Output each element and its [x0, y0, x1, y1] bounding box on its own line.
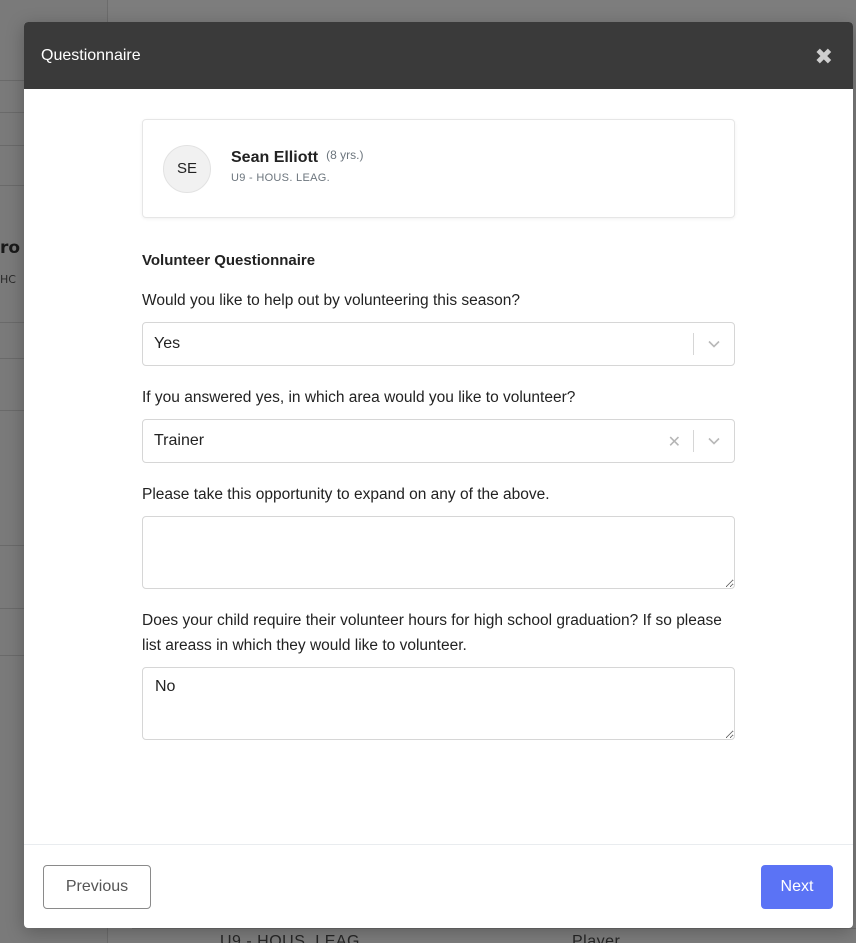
modal-header: Questionnaire ✖ — [24, 22, 853, 89]
modal-title: Questionnaire — [41, 46, 141, 64]
modal-footer: Previous Next — [24, 844, 853, 928]
background-divider — [0, 410, 24, 411]
volunteer-area-select[interactable]: Trainer ✕ — [142, 419, 735, 463]
clear-icon[interactable]: ✕ — [668, 432, 681, 451]
previous-button[interactable]: Previous — [43, 864, 151, 909]
background-divider — [0, 112, 24, 113]
player-info: Sean Elliott (8 yrs.) U9 - HOUS. LEAG. — [231, 148, 364, 184]
volunteer-area-select-value: Trainer — [154, 432, 205, 449]
background-divider — [0, 185, 24, 186]
question-area-label: If you answered yes, in which area would… — [142, 389, 576, 406]
chevron-down-icon[interactable] — [694, 420, 734, 462]
background-divider — [0, 545, 24, 546]
modal-body: SE Sean Elliott (8 yrs.) U9 - HOUS. LEAG… — [24, 89, 853, 844]
next-button[interactable]: Next — [761, 864, 833, 909]
background-divider — [0, 322, 24, 323]
background-divider — [0, 358, 24, 359]
background-divider — [0, 655, 24, 656]
background-stub-text: HC — [0, 273, 16, 286]
background-divider — [0, 80, 24, 81]
background-row-role: Player — [572, 933, 621, 943]
expand-textarea[interactable] — [142, 516, 735, 589]
question-hours-label: Does your child require their volunteer … — [142, 612, 722, 654]
questionnaire-modal: Questionnaire ✖ SE Sean Elliott (8 yrs.)… — [24, 22, 853, 928]
player-name: Sean Elliott — [231, 149, 319, 166]
close-icon[interactable]: ✖ — [815, 46, 833, 69]
volunteer-select-value: Yes — [154, 335, 181, 352]
background-stub-text: ro — [0, 238, 21, 258]
question-expand-label: Please take this opportunity to expand o… — [142, 486, 550, 503]
select-controls — [693, 323, 734, 365]
question-volunteer-label: Would you like to help out by volunteeri… — [142, 292, 520, 309]
hours-textarea[interactable]: No — [142, 667, 735, 740]
player-team: U9 - HOUS. LEAG. — [231, 172, 330, 184]
chevron-down-icon[interactable] — [694, 323, 734, 365]
section-title: Volunteer Questionnaire — [142, 252, 316, 269]
player-card: SE Sean Elliott (8 yrs.) U9 - HOUS. LEAG… — [142, 119, 735, 218]
volunteer-select[interactable]: Yes — [142, 322, 735, 366]
questionnaire-content: SE Sean Elliott (8 yrs.) U9 - HOUS. LEAG… — [142, 119, 735, 740]
background-row-team: U9 - HOUS. LEAG. — [220, 933, 365, 943]
background-divider — [0, 145, 24, 146]
background-table-row: U9 - HOUS. LEAG. Player — [132, 928, 856, 943]
background-divider — [0, 608, 24, 609]
player-age: (8 yrs.) — [326, 148, 364, 162]
player-name-row: Sean Elliott (8 yrs.) — [231, 148, 364, 167]
select-controls: ✕ — [668, 420, 734, 462]
avatar: SE — [163, 144, 211, 193]
